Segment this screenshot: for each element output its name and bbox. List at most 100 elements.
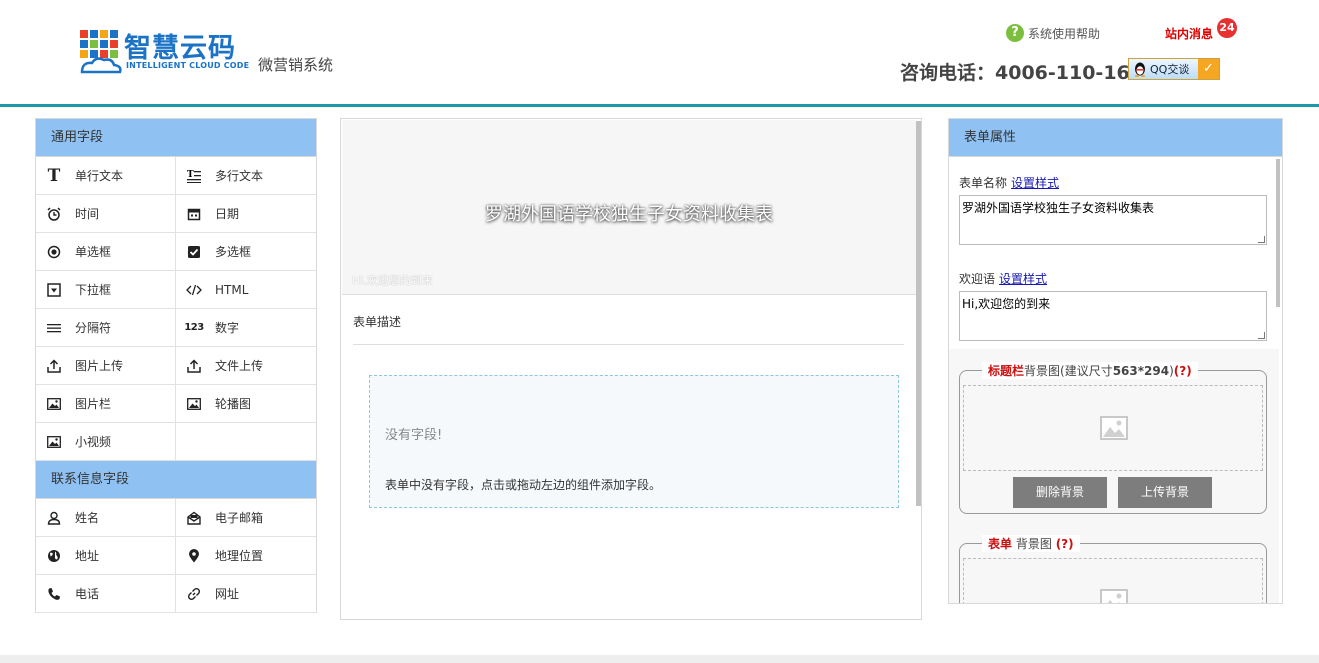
form-name-label: 表单名称 (959, 176, 1008, 190)
field-label: 姓名 (75, 511, 100, 525)
welcome-textarea[interactable]: Hi,欢迎您的到来 (959, 291, 1267, 341)
form-banner[interactable]: 罗湖外国语学校独生子女资料收集表 Hi,欢迎您的到来 (342, 120, 916, 295)
properties-scrollbar[interactable] (1276, 159, 1280, 307)
field-html[interactable]: HTML (176, 271, 316, 309)
empty-cell (176, 423, 316, 461)
field-label: 多选框 (215, 245, 252, 259)
field-label: 时间 (75, 207, 100, 221)
image-icon (46, 396, 62, 412)
footer-bar (0, 655, 1319, 663)
field-number[interactable]: 123 数字 (176, 309, 316, 347)
form-name-textarea[interactable]: 罗湖外国语学校独生子女资料收集表 (959, 195, 1267, 245)
text-icon: T (47, 165, 61, 186)
form-background-image[interactable] (963, 558, 1263, 603)
form-name-label-row: 表单名称 设置样式 (959, 174, 1059, 191)
radio-icon (46, 244, 62, 260)
welcome-value: Hi,欢迎您的到来 (962, 297, 1051, 311)
legend-size: 563*294 (1112, 364, 1170, 378)
field-url[interactable]: 网址 (176, 575, 316, 613)
svg-text:T: T (187, 170, 194, 180)
common-fields-grid: T 单行文本 T 多行文本 时间 日期 单选框 多选框 下拉框 HTML 分隔符… (36, 157, 316, 461)
qq-chat-button[interactable]: QQ交谈 ✓ (1128, 58, 1220, 80)
mail-icon (186, 510, 202, 526)
field-label: 单选框 (75, 245, 112, 259)
form-properties: 表单属性 表单名称 设置样式 罗湖外国语学校独生子女资料收集表 欢迎语 设置样式 H… (948, 118, 1283, 604)
titlebar-background-legend: 标题栏背景图(建议尺寸563*294)(?) (982, 362, 1198, 379)
multiline-text-icon: T (186, 168, 202, 184)
legend-text: 背景图(建议尺寸 (1024, 364, 1113, 378)
form-preview: 罗湖外国语学校独生子女资料收集表 Hi,欢迎您的到来 表单描述 没有字段! 表单… (340, 118, 922, 620)
field-label: 单行文本 (75, 169, 124, 183)
field-email[interactable]: 电子邮箱 (176, 499, 316, 537)
field-file-upload[interactable]: 文件上传 (176, 347, 316, 385)
welcome-style-link[interactable]: 设置样式 (999, 272, 1047, 286)
logo-subtitle-en: INTELLIGENT CLOUD CODE (126, 61, 250, 70)
field-geo-location[interactable]: 地理位置 (176, 537, 316, 575)
field-label: 网址 (215, 587, 240, 601)
field-radio[interactable]: 单选框 (36, 233, 176, 271)
empty-fields-dropzone[interactable]: 没有字段! 表单中没有字段，点击或拖动左边的组件添加字段。 (369, 375, 899, 508)
number-icon: 123 (184, 322, 204, 333)
titlebar-background-fieldset: 标题栏背景图(建议尺寸563*294)(?) 删除背景 上传背景 (959, 362, 1267, 514)
field-single-line-text[interactable]: T 单行文本 (36, 157, 176, 195)
upload-background-button[interactable]: 上传背景 (1118, 477, 1212, 508)
form-properties-header: 表单属性 (949, 119, 1282, 157)
form-background-legend: 表单 背景图 (?) (982, 535, 1080, 552)
calendar-icon (186, 206, 202, 222)
field-separator[interactable]: 分隔符 (36, 309, 176, 347)
form-description[interactable]: 表单描述 (353, 313, 401, 330)
header-divider (0, 104, 1319, 107)
help-label: 系统使用帮助 (1028, 26, 1101, 41)
field-checkbox[interactable]: 多选框 (176, 233, 316, 271)
legend-help[interactable]: (?) (1056, 537, 1074, 551)
logo-title: 智慧云码 (124, 33, 236, 64)
field-carousel[interactable]: 轮播图 (176, 385, 316, 423)
image-icon (46, 434, 62, 450)
preview-scrollbar[interactable] (916, 121, 921, 506)
clock-icon (46, 206, 62, 222)
field-address[interactable]: 地址 (36, 537, 176, 575)
globe-icon (46, 548, 62, 564)
titlebar-background-image[interactable] (963, 385, 1263, 471)
qq-penguin-icon (1134, 62, 1146, 77)
upload-icon (46, 358, 62, 374)
field-dropdown[interactable]: 下拉框 (36, 271, 176, 309)
field-phone[interactable]: 电话 (36, 575, 176, 613)
form-name-style-link[interactable]: 设置样式 (1011, 176, 1059, 190)
location-icon (186, 548, 202, 564)
field-palette: 通用字段 T 单行文本 T 多行文本 时间 日期 单选框 多选框 下拉框 HTM… (35, 118, 317, 613)
field-date[interactable]: 日期 (176, 195, 316, 233)
image-placeholder-icon (1100, 589, 1128, 603)
messages-link[interactable]: 站内消息 (1165, 25, 1213, 42)
help-link[interactable]: ? 系统使用帮助 (1006, 24, 1100, 42)
field-label: HTML (215, 282, 249, 297)
field-short-video[interactable]: 小视频 (36, 423, 176, 461)
field-name[interactable]: 姓名 (36, 499, 176, 537)
user-icon (46, 510, 62, 526)
field-label: 电话 (75, 587, 100, 601)
messages-count-badge: 24 (1217, 18, 1237, 38)
welcome-label: 欢迎语 (959, 272, 996, 286)
empty-description: 表单中没有字段，点击或拖动左边的组件添加字段。 (385, 478, 662, 492)
field-image-bar[interactable]: 图片栏 (36, 385, 176, 423)
field-label: 电子邮箱 (215, 511, 264, 525)
top-header: 智慧云码 INTELLIGENT CLOUD CODE 微营销系统 ? 系统使用… (0, 0, 1319, 104)
system-name: 微营销系统 (258, 56, 334, 74)
delete-background-button[interactable]: 删除背景 (1013, 477, 1107, 508)
field-label: 图片上传 (75, 359, 124, 373)
qr-logo-icon (80, 30, 122, 74)
contact-fields-grid: 姓名 电子邮箱 地址 地理位置 电话 网址 (36, 499, 316, 613)
field-label: 地址 (75, 549, 100, 563)
field-multi-line-text[interactable]: T 多行文本 (176, 157, 316, 195)
legend-red-text: 标题栏 (988, 364, 1025, 378)
field-label: 分隔符 (75, 321, 112, 335)
resize-handle[interactable] (1258, 332, 1265, 339)
phone-icon (46, 586, 62, 602)
field-label: 轮播图 (215, 397, 252, 411)
check-icon: ✓ (1198, 59, 1219, 79)
field-time[interactable]: 时间 (36, 195, 176, 233)
resize-handle[interactable] (1258, 236, 1265, 243)
consult-phone: 咨询电话：4006-110-166 (900, 62, 1143, 84)
legend-help[interactable]: (?) (1174, 364, 1192, 378)
field-image-upload[interactable]: 图片上传 (36, 347, 176, 385)
